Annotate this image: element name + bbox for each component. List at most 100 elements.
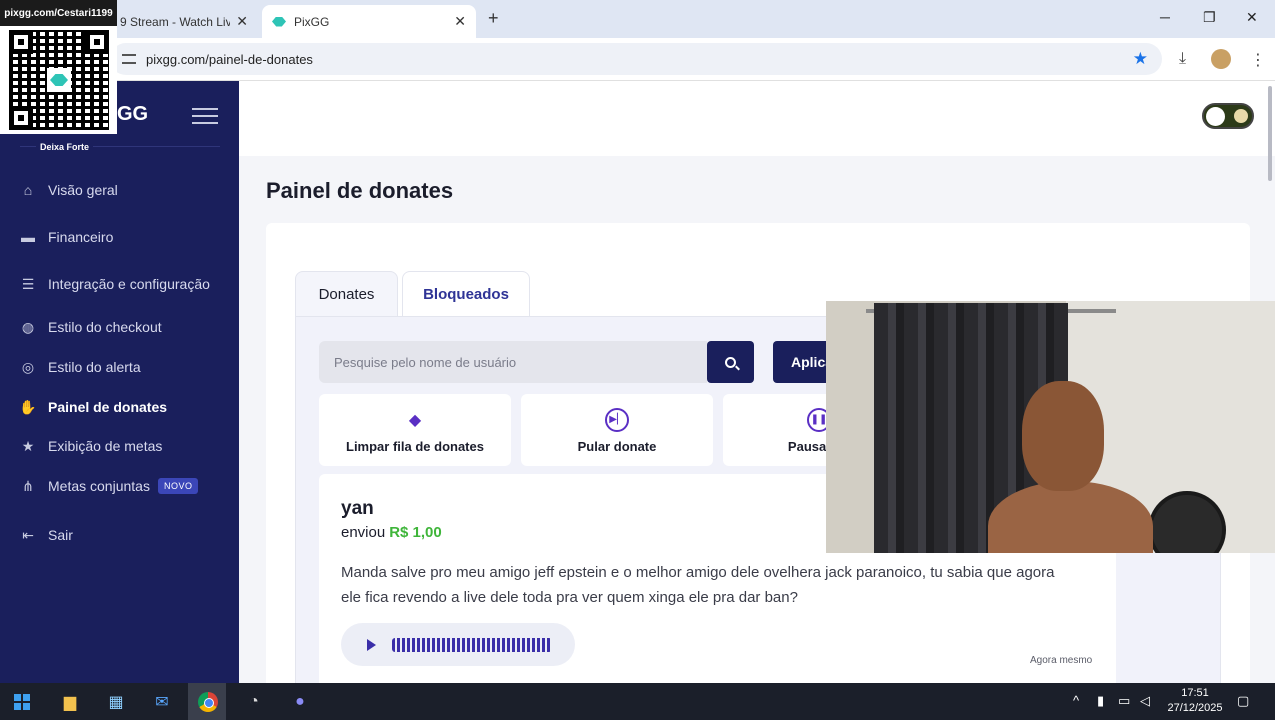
chrome-icon[interactable] — [196, 690, 220, 714]
toggle-knob — [1206, 107, 1225, 126]
menu-collapse-icon[interactable] — [192, 108, 218, 124]
browser-tab-pixgg[interactable]: PixGG ✕ — [262, 5, 476, 38]
qr-logo-icon — [47, 68, 71, 92]
audio-player[interactable] — [341, 623, 575, 666]
chrome-logo — [198, 692, 218, 712]
notifications-icon[interactable]: ▢ — [1237, 693, 1249, 709]
minimize-icon[interactable]: ─ — [1160, 9, 1170, 25]
logout-icon: ⇤ — [22, 526, 34, 543]
site-info-icon[interactable] — [122, 54, 136, 64]
microphone-icon[interactable]: ▮ — [1097, 693, 1104, 709]
browser-tab-bar: 9 Stream - Watch Liv ✕ PixGG ✕ + ─ ❐ ✕ — [0, 0, 1275, 38]
sidebar: GG Deixa Forte ⌂ Visão geral ▬ Financeir… — [0, 81, 239, 683]
sidebar-item-label: Estilo do alerta — [48, 359, 141, 375]
taskbar-clock[interactable]: 17:51 27/12/2025 — [1160, 686, 1230, 716]
url-text[interactable]: pixgg.com/painel-de-donates — [146, 52, 313, 67]
sidebar-item-painel-donates[interactable]: ✋ Painel de donates — [18, 398, 167, 416]
tab-bloqueados[interactable]: Bloqueados — [402, 271, 530, 317]
close-tab-icon[interactable]: ✕ — [236, 13, 248, 30]
sidebar-item-estilo-checkout[interactable]: ◍ Estilo do checkout — [18, 318, 162, 336]
streamer-tagline: Deixa Forte — [36, 142, 94, 152]
sidebar-item-label: Exibição de metas — [48, 438, 163, 454]
audio-waveform[interactable] — [392, 637, 552, 652]
sidebar-item-financeiro[interactable]: ▬ Financeiro — [18, 228, 113, 246]
sun-icon — [1234, 109, 1248, 123]
donate-hand-icon: ✋ — [19, 398, 37, 415]
search-button[interactable] — [707, 341, 754, 383]
restore-icon[interactable]: ❐ — [1203, 9, 1216, 26]
close-window-icon[interactable]: ✕ — [1246, 9, 1258, 26]
webcam-overlay — [826, 301, 1275, 553]
bookmark-star-icon[interactable]: ★ — [1133, 49, 1148, 69]
donate-amount: R$ 1,00 — [389, 524, 442, 541]
clear-queue-button[interactable]: ◆ Limpar fila de donates — [319, 394, 511, 466]
qr-code — [9, 30, 109, 130]
donate-timestamp: Agora mesmo — [1030, 655, 1093, 666]
palette-icon: ◍ — [21, 318, 35, 335]
brand-logo: GG — [117, 103, 149, 125]
pixgg-favicon-icon — [272, 17, 286, 27]
windows-logo-icon — [14, 694, 30, 710]
sidebar-item-sair[interactable]: ⇤ Sair — [18, 526, 73, 544]
cam-person — [988, 381, 1153, 553]
sidebar-item-visao-geral[interactable]: ⌂ Visão geral — [18, 181, 118, 199]
omnibox[interactable]: pixgg.com/painel-de-donates ★ — [110, 43, 1162, 75]
discord-icon[interactable]: ● — [288, 690, 312, 714]
top-header — [239, 81, 1275, 156]
tab-donates[interactable]: Donates — [295, 271, 398, 317]
browser-tab-stream[interactable]: 9 Stream - Watch Liv ✕ — [110, 5, 258, 38]
sidebar-item-estilo-alerta[interactable]: ◎ Estilo do alerta — [18, 358, 141, 376]
sidebar-item-exibicao-metas[interactable]: ★ Exibição de metas — [18, 437, 163, 455]
scrollbar-thumb[interactable] — [1268, 86, 1272, 181]
sidebar-item-metas-conjuntas[interactable]: ⋔ Metas conjuntas NOVO — [18, 477, 199, 495]
play-icon[interactable] — [367, 638, 376, 651]
donor-name: yan — [341, 498, 374, 519]
mail-icon[interactable]: ✉ — [150, 690, 174, 714]
sidebar-item-label: Painel de donates — [48, 399, 168, 415]
donate-message: Manda salve pro meu amigo jeff epstein e… — [341, 564, 1055, 606]
donate-amount-line: enviou R$ 1,00 — [341, 524, 442, 541]
tab-title: PixGG — [294, 14, 330, 29]
profile-avatar[interactable] — [1211, 49, 1231, 69]
search-icon — [725, 356, 736, 368]
sidebar-item-label: Integração e configuração — [48, 276, 210, 292]
store-icon[interactable]: ▦ — [104, 690, 128, 714]
sidebar-item-label: Metas conjuntas — [48, 478, 150, 494]
stream-app-icon[interactable]: ◔ — [242, 690, 266, 714]
sidebar-item-label: Sair — [48, 527, 73, 543]
taskbar: ▆ ▦ ✉ ◔ ● ^ ▮ ▭ ◁ 17:51 27/12/2025 ▢ — [0, 683, 1275, 720]
home-icon: ⌂ — [23, 182, 33, 198]
browser-menu-icon[interactable]: ⋮ — [1250, 50, 1266, 70]
tray-chevron-icon[interactable]: ^ — [1073, 693, 1079, 708]
qr-overlay: pixgg.com/Cestari1199 — [0, 0, 117, 134]
file-explorer-icon[interactable]: ▆ — [58, 690, 82, 714]
star-icon: ★ — [21, 437, 35, 454]
network-icon[interactable]: ▭ — [1118, 693, 1130, 709]
address-bar-row: pixgg.com/painel-de-donates ★ ⤓ ⋮ — [0, 38, 1275, 81]
alert-style-icon: ◎ — [21, 358, 35, 375]
sidebar-item-integracao[interactable]: ☰ Integração e configuração — [18, 275, 210, 293]
download-icon[interactable]: ⤓ — [1179, 50, 1186, 68]
tab-title: 9 Stream - Watch Liv — [120, 14, 231, 29]
new-tab-icon[interactable]: + — [488, 8, 499, 29]
search-input[interactable]: Pesquise pelo nome de usuário — [319, 341, 707, 383]
new-badge: NOVO — [157, 478, 199, 494]
qr-finder — [85, 30, 109, 54]
qr-caption: pixgg.com/Cestari1199 — [0, 0, 117, 26]
start-button[interactable] — [10, 690, 34, 714]
skip-icon: ▶▏ — [604, 407, 630, 433]
sent-label: enviou — [341, 524, 386, 541]
clock-date: 27/12/2025 — [1167, 702, 1223, 714]
qr-finder — [9, 106, 33, 130]
qr-finder — [9, 30, 33, 54]
sidebar-item-label: Estilo do checkout — [48, 319, 162, 335]
page-title: Painel de donates — [266, 178, 454, 203]
skip-donate-button[interactable]: ▶▏ Pular donate — [521, 394, 713, 466]
volume-icon[interactable]: ◁ — [1140, 693, 1150, 709]
action-label: Limpar fila de donates — [346, 438, 484, 454]
eraser-icon: ◆ — [408, 411, 422, 429]
action-label: Pular donate — [577, 438, 657, 454]
sidebar-item-label: Visão geral — [48, 182, 118, 198]
theme-toggle[interactable] — [1202, 103, 1254, 129]
close-tab-icon[interactable]: ✕ — [454, 13, 466, 30]
